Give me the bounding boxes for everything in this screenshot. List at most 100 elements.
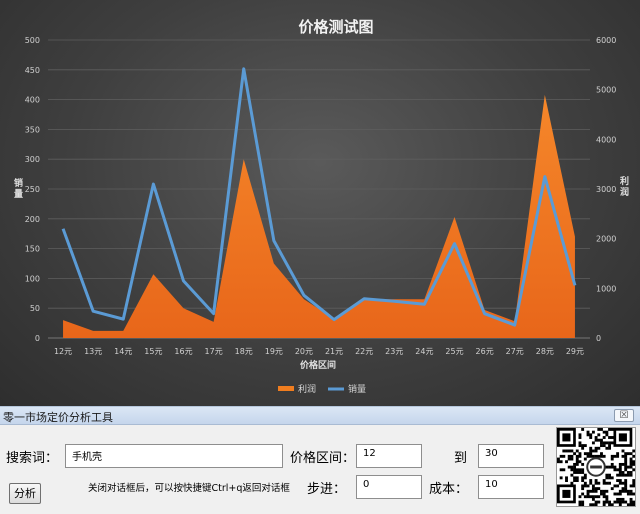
price-test-chart: 价格测试图 0 50 100 150 200 250 300 350 400 450 500 0 10… xyxy=(14,18,629,395)
qr-module xyxy=(618,433,627,442)
qr-module xyxy=(600,452,603,456)
left-axis-label: 销量 xyxy=(14,177,23,200)
qr-module xyxy=(610,441,614,445)
x-tick-label: 23元 xyxy=(385,347,403,356)
qr-module xyxy=(632,484,635,488)
qr-module xyxy=(616,500,620,504)
qr-module xyxy=(618,471,622,474)
x-tick-label: 20元 xyxy=(295,347,313,356)
qr-module xyxy=(621,449,625,453)
x-tick-label: 22元 xyxy=(355,347,373,356)
left-tick-label: 500 xyxy=(25,36,40,45)
qr-module xyxy=(573,452,577,456)
shortcut-hint: 关闭对话框后，可以按快捷键Ctrl+q返回对话框 xyxy=(88,483,290,494)
qr-module xyxy=(618,465,622,469)
x-tick-label: 19元 xyxy=(265,347,283,356)
qr-module xyxy=(618,500,622,504)
qr-module xyxy=(629,471,633,474)
qr-module xyxy=(594,500,598,504)
close-button[interactable]: ☒ xyxy=(614,409,634,422)
chart-panel: 价格测试图 0 50 100 150 200 250 300 350 400 450 500 0 10… xyxy=(0,0,640,406)
qr-module xyxy=(621,487,625,491)
chart-legend: 利润 销量 xyxy=(278,383,366,395)
qr-module xyxy=(589,433,593,437)
qr-module xyxy=(594,489,598,493)
qr-module xyxy=(624,454,628,458)
qr-module xyxy=(597,454,601,458)
qr-module xyxy=(610,462,614,466)
right-tick-label: 4000 xyxy=(596,135,616,144)
qr-module xyxy=(589,481,593,485)
qr-module xyxy=(591,430,595,434)
qr-module xyxy=(578,441,582,445)
qr-module xyxy=(570,481,574,485)
qr-module xyxy=(610,465,614,469)
qr-module xyxy=(610,487,614,491)
qr-module xyxy=(594,487,598,491)
qr-module xyxy=(586,489,590,493)
left-tick-label: 400 xyxy=(25,96,40,105)
qr-module xyxy=(581,462,585,466)
qr-module xyxy=(608,444,611,448)
qr-module xyxy=(583,495,587,499)
qr-module xyxy=(608,476,611,480)
profit-area xyxy=(63,94,575,338)
qr-module xyxy=(624,462,628,466)
qr-module xyxy=(629,489,633,493)
qr-module xyxy=(605,430,609,434)
price-to-input[interactable]: 30 xyxy=(478,444,544,468)
dialog-titlebar[interactable]: 零一市场定价分析工具 ☒ xyxy=(0,407,640,425)
qr-module xyxy=(618,481,622,485)
qr-module xyxy=(610,457,614,461)
qr-module xyxy=(602,492,606,496)
qr-module xyxy=(605,489,609,493)
qr-module xyxy=(575,454,579,458)
search-input[interactable]: 手机壳 xyxy=(65,444,283,468)
qr-module xyxy=(578,500,582,504)
analyze-button[interactable]: 分析 xyxy=(9,483,41,504)
qr-module xyxy=(629,473,633,477)
sales-line-series xyxy=(61,67,577,327)
qr-module xyxy=(608,428,611,431)
qr-module xyxy=(562,489,571,498)
qr-module xyxy=(583,481,587,485)
qr-module xyxy=(581,492,585,496)
left-tick-label: 50 xyxy=(30,304,40,313)
qr-module xyxy=(578,468,582,472)
qr-module xyxy=(570,473,574,477)
qr-module xyxy=(632,460,635,464)
qr-module xyxy=(602,500,606,504)
left-axis-ticks: 0 50 100 150 200 250 300 350 400 450 500 xyxy=(25,36,40,343)
qr-module xyxy=(581,500,585,504)
qr-module xyxy=(613,500,617,504)
qr-module xyxy=(605,500,609,504)
qr-module xyxy=(624,465,628,469)
qr-module xyxy=(621,500,625,504)
qr-module xyxy=(578,433,582,437)
qr-module xyxy=(578,471,582,474)
cost-input[interactable]: 10 xyxy=(478,475,544,499)
price-from-input[interactable]: 12 xyxy=(356,444,422,468)
qr-module xyxy=(589,454,593,458)
qr-module xyxy=(610,454,614,458)
qr-module xyxy=(602,479,606,482)
qr-module xyxy=(608,465,611,469)
step-label: 步进： xyxy=(307,482,347,497)
qr-module xyxy=(557,460,560,464)
qr-module xyxy=(591,495,595,499)
left-tick-label: 150 xyxy=(25,245,40,254)
qr-module xyxy=(616,484,620,488)
qr-module xyxy=(624,484,628,488)
qr-module xyxy=(581,487,585,491)
qr-module xyxy=(578,503,582,506)
chart-title: 价格测试图 xyxy=(298,18,373,36)
qr-module xyxy=(578,460,582,464)
qr-module xyxy=(594,503,598,506)
to-label: 到 xyxy=(454,451,468,466)
step-input[interactable]: 0 xyxy=(356,475,422,499)
qr-module xyxy=(621,454,625,458)
x-axis-ticks: 12元 13元 14元 15元 16元 17元 18元 19元 20元 21元 22元 23元 24元 2… xyxy=(54,347,584,356)
qr-module xyxy=(570,457,574,461)
qr-module xyxy=(578,444,582,448)
qr-module xyxy=(621,471,625,474)
